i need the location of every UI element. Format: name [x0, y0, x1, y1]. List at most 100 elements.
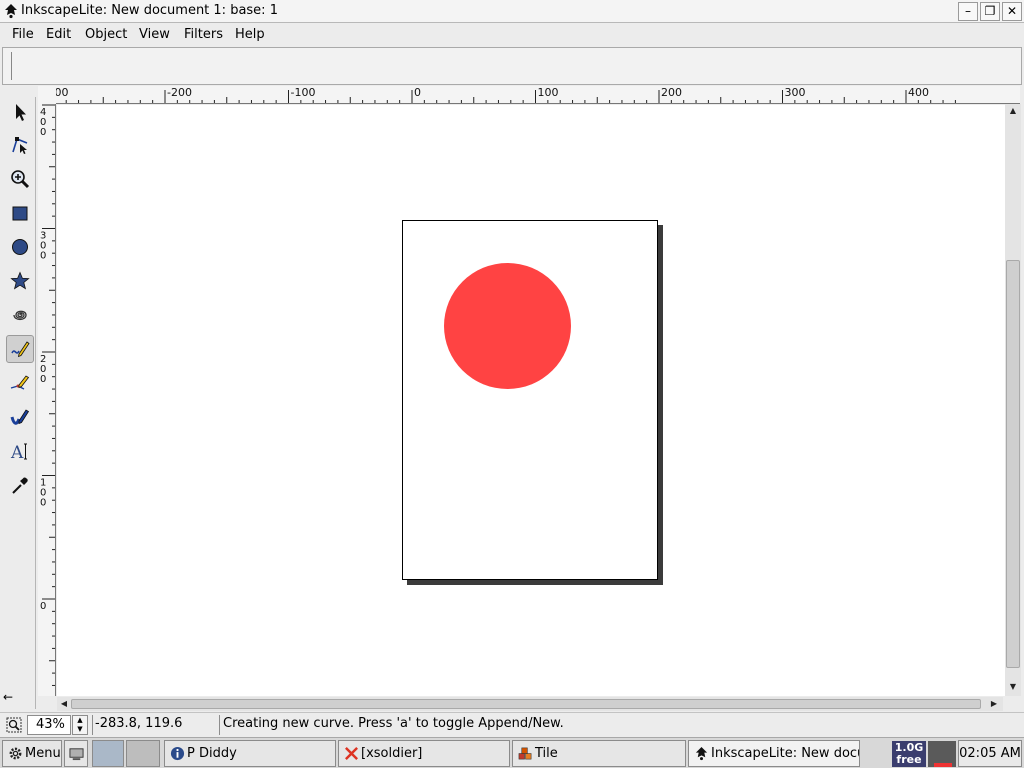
x-icon	[345, 747, 358, 760]
gear-icon	[9, 747, 22, 760]
zoom-stepper[interactable]: ▲ ▼	[72, 715, 88, 735]
pen-tool[interactable]	[6, 369, 34, 397]
ruler-label: 0	[40, 601, 46, 612]
ruler-label: 400	[40, 107, 46, 138]
ruler-label: -300	[56, 86, 68, 99]
title-bar: InkscapeLite: New document 1: base: 1 – …	[0, 0, 1024, 23]
ruler-label: 0	[414, 86, 421, 99]
taskbar: Menu P Diddy [xsoldier] Tile InkscapeLit…	[0, 737, 1024, 768]
spiral-tool[interactable]	[6, 301, 34, 329]
drawing-canvas[interactable]	[57, 105, 1005, 696]
status-message: Creating new curve. Press 'a' to toggle …	[223, 716, 564, 731]
svg-text:A: A	[10, 443, 24, 461]
zoom-fit-icon[interactable]	[6, 717, 22, 733]
scroll-right-icon[interactable]: ▶	[989, 699, 999, 709]
desktop-icon	[69, 748, 84, 761]
text-tool[interactable]: A	[6, 437, 34, 465]
taskbar-window-label: [xsoldier]	[361, 746, 423, 761]
start-menu-label: Menu	[25, 746, 61, 761]
rectangle-icon	[12, 206, 28, 221]
vertical-ruler[interactable]: 400 300 200 100 0	[38, 104, 56, 696]
taskbar-window-label: InkscapeLite: New docu	[711, 746, 860, 761]
calligraphy-icon	[10, 409, 30, 425]
taskbar-window-p-diddy[interactable]: P Diddy	[164, 740, 336, 767]
ruler-label: 400	[908, 86, 929, 99]
ruler-label: 200	[40, 354, 46, 385]
workspace-1[interactable]	[92, 740, 124, 767]
toolbar-grip[interactable]	[11, 52, 13, 80]
ruler-label: 100	[40, 478, 46, 509]
maximize-button[interactable]: ❐	[980, 2, 1000, 21]
window-title: InkscapeLite: New document 1: base: 1	[21, 3, 278, 18]
workspace-2[interactable]	[126, 740, 160, 767]
menu-file[interactable]: File	[12, 27, 34, 42]
selector-tool[interactable]	[6, 98, 34, 126]
cursor-coordinates: -283.8, 119.6	[92, 715, 220, 735]
freehand-pencil-icon	[11, 341, 30, 358]
taskbar-window-label: P Diddy	[187, 746, 237, 761]
horizontal-scrollbar[interactable]: ◀ ▶	[57, 697, 1003, 711]
freehand-tool[interactable]	[6, 335, 34, 363]
close-button[interactable]: ✕	[1002, 2, 1022, 21]
cpu-usage-bar	[934, 763, 952, 767]
ruler-label: 200	[661, 86, 682, 99]
ruler-label: -100	[291, 86, 316, 99]
scroll-left-icon[interactable]: ◀	[59, 699, 69, 709]
horizontal-ruler[interactable]: -300 -200 -100 0 100 200 300 400	[56, 86, 1020, 104]
star-icon	[10, 271, 30, 290]
ruler-label: 300	[785, 86, 806, 99]
ellipse-tool[interactable]	[6, 233, 34, 261]
zoom-field[interactable]: 43%	[27, 715, 71, 735]
ruler-label: 100	[538, 86, 559, 99]
ruler-label: 300	[40, 231, 46, 262]
inkscape-icon	[5, 4, 17, 19]
inkscape-icon	[695, 746, 708, 761]
taskbar-window-tile[interactable]: Tile	[512, 740, 686, 767]
red-circle[interactable]	[444, 263, 571, 389]
scroll-down-icon[interactable]: ▼	[1008, 682, 1018, 692]
rectangle-tool[interactable]	[6, 199, 34, 227]
show-desktop-button[interactable]	[64, 740, 88, 767]
pen-icon	[10, 375, 30, 390]
menu-object[interactable]: Object	[85, 27, 127, 42]
ruler-label: -200	[167, 86, 192, 99]
horizontal-scroll-thumb[interactable]	[71, 699, 981, 709]
arrow-icon	[16, 104, 26, 121]
tool-controls-bar	[2, 47, 1022, 85]
spiral-icon	[13, 310, 27, 321]
ellipse-icon	[12, 239, 28, 255]
start-menu-button[interactable]: Menu	[2, 740, 62, 767]
menu-help[interactable]: Help	[235, 27, 265, 42]
vertical-scroll-thumb[interactable]	[1006, 260, 1020, 668]
ruler-corner	[38, 86, 56, 104]
taskbar-window-inkscape[interactable]: InkscapeLite: New docu	[688, 740, 860, 767]
menu-bar: File Edit Object View Filters Help	[0, 23, 1024, 47]
menu-edit[interactable]: Edit	[46, 27, 71, 42]
tile-icon	[518, 747, 532, 760]
star-tool[interactable]	[6, 267, 34, 295]
toolbox: A	[2, 97, 36, 709]
zoom-icon	[11, 170, 30, 189]
cpu-monitor	[928, 741, 956, 767]
clock[interactable]: 02:05 AM	[958, 740, 1022, 767]
zoom-up-icon[interactable]: ▲	[73, 716, 87, 725]
text-icon: A	[10, 443, 27, 461]
node-icon	[12, 137, 28, 154]
zoom-down-icon[interactable]: ▼	[73, 725, 87, 734]
scroll-up-icon[interactable]: ▲	[1008, 106, 1018, 116]
vertical-scrollbar[interactable]: ▲ ▼	[1005, 104, 1021, 696]
taskbar-window-label: Tile	[535, 746, 558, 761]
taskbar-window-xsoldier[interactable]: [xsoldier]	[338, 740, 510, 767]
zoom-tool[interactable]	[6, 165, 34, 193]
dropper-tool[interactable]	[6, 471, 34, 499]
menu-view[interactable]: View	[139, 27, 170, 42]
menu-filters[interactable]: Filters	[184, 27, 223, 42]
memory-monitor: 1.0G free	[892, 741, 926, 767]
memory-caption: free	[896, 753, 922, 766]
calligraphy-tool[interactable]	[6, 403, 34, 431]
back-arrow-icon[interactable]: ←	[3, 690, 13, 704]
info-icon	[170, 746, 185, 761]
dropper-icon	[12, 477, 28, 494]
minimize-button[interactable]: –	[958, 2, 978, 21]
node-tool[interactable]	[6, 131, 34, 159]
